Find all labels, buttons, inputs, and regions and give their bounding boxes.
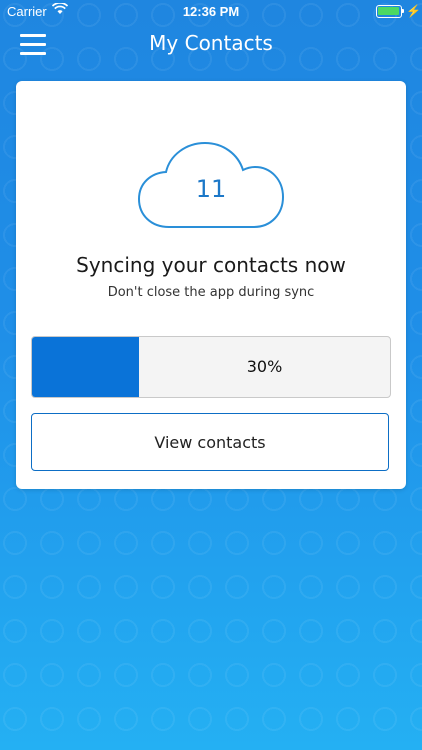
sync-count: 11 — [195, 175, 227, 203]
page-title: My Contacts — [149, 31, 273, 55]
navigation-bar: My Contacts — [0, 22, 422, 66]
view-contacts-button[interactable]: View contacts — [31, 413, 389, 471]
sync-progress-bar: 30% — [31, 336, 391, 398]
sync-card: 11 Syncing your contacts now Don't close… — [16, 81, 406, 489]
battery-icon: ⚡ — [376, 4, 421, 18]
status-bar: Carrier 12:36 PM ⚡ — [0, 0, 422, 22]
progress-label: 30% — [246, 357, 283, 376]
progress-fill — [32, 337, 140, 397]
cloud-icon: 11 — [137, 141, 285, 229]
sync-subtext: Don't close the app during sync — [107, 285, 315, 300]
sync-heading: Syncing your contacts now — [76, 253, 346, 277]
status-time: 12:36 PM — [182, 4, 240, 19]
